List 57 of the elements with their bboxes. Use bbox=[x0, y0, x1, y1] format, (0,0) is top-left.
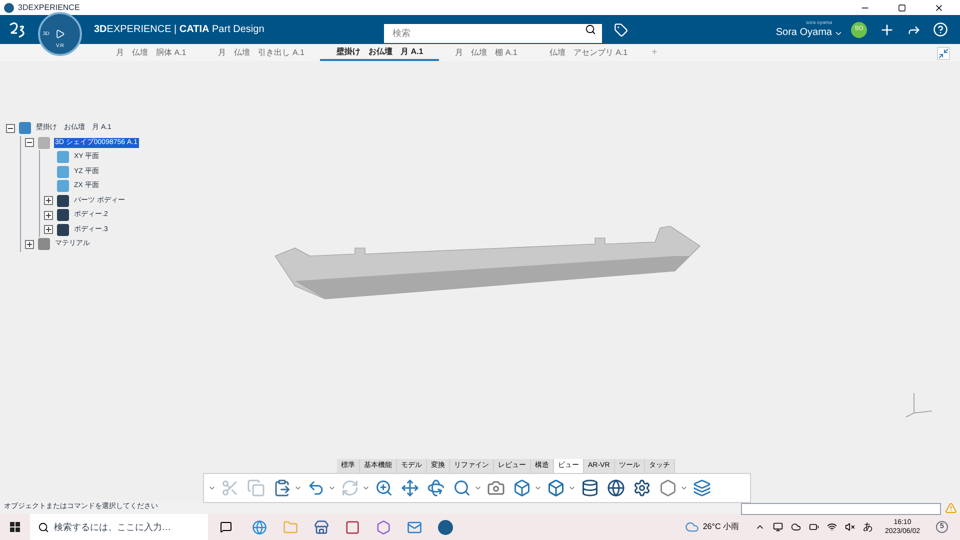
caret-icon[interactable] bbox=[294, 484, 302, 492]
expand-icon[interactable] bbox=[25, 240, 34, 249]
search-field[interactable]: 検索 bbox=[384, 24, 602, 42]
collapse-icon[interactable] bbox=[6, 124, 15, 133]
start-icon[interactable] bbox=[10, 522, 20, 532]
mail-icon[interactable] bbox=[407, 520, 422, 534]
body-icon bbox=[57, 224, 69, 236]
caret-icon[interactable] bbox=[362, 484, 370, 492]
caret-icon[interactable] bbox=[328, 484, 336, 492]
monitor-icon[interactable] bbox=[772, 522, 783, 532]
help-icon[interactable] bbox=[933, 22, 948, 37]
product-icon bbox=[19, 122, 31, 134]
plane-icon bbox=[57, 166, 69, 178]
toolbar-menu-icon[interactable] bbox=[208, 484, 216, 492]
play-icon bbox=[55, 29, 65, 39]
expand-icon[interactable] bbox=[44, 210, 53, 220]
maximize-icon[interactable] bbox=[898, 4, 906, 12]
search-icon[interactable] bbox=[585, 24, 596, 35]
weather-icon bbox=[684, 520, 699, 534]
caret-icon[interactable] bbox=[680, 484, 688, 492]
document-tab[interactable]: 仏壇 アセンブリ A.1 bbox=[533, 44, 644, 61]
app-icon[interactable] bbox=[345, 520, 360, 534]
expand-icon[interactable] bbox=[44, 225, 53, 234]
caret-icon[interactable] bbox=[534, 484, 542, 492]
close-icon[interactable] bbox=[934, 2, 944, 12]
taskbar-search-field[interactable]: 検索するには、ここに入力… bbox=[30, 514, 208, 540]
expand-icon[interactable] bbox=[44, 196, 53, 206]
tag-icon[interactable] bbox=[614, 22, 628, 36]
command-input-field[interactable] bbox=[741, 503, 941, 515]
collapse-icon[interactable] bbox=[25, 138, 34, 148]
window-title: 3DEXPERIENCE bbox=[18, 2, 80, 14]
app-title: 3DEXPERIENCE | CATIA Part Design bbox=[94, 23, 264, 37]
body-icon bbox=[57, 194, 69, 207]
store-icon[interactable] bbox=[314, 520, 329, 534]
document-tab[interactable]: 月 仏壇 引き出し A.1 bbox=[202, 44, 320, 61]
material-icon bbox=[38, 238, 50, 250]
document-tab[interactable]: 月 仏壇 胴体 A.1 bbox=[100, 44, 202, 61]
battery-icon[interactable] bbox=[808, 522, 819, 532]
ime-indicator[interactable]: あ bbox=[862, 520, 873, 534]
shape-icon bbox=[38, 136, 50, 149]
wifi-icon[interactable] bbox=[826, 522, 837, 532]
document-tab[interactable]: 月 仏壇 棚 A.1 bbox=[439, 44, 534, 61]
app-icon bbox=[4, 2, 14, 12]
browser-icon[interactable] bbox=[252, 520, 267, 534]
plane-icon bbox=[57, 151, 69, 164]
user-name[interactable]: Sora Oyama bbox=[776, 27, 832, 39]
body-icon bbox=[57, 209, 69, 222]
weather-text[interactable]: 26°C 小雨 bbox=[702, 521, 739, 533]
search-icon bbox=[38, 522, 49, 533]
add-icon[interactable] bbox=[879, 22, 895, 38]
cloud-icon[interactable] bbox=[790, 522, 801, 532]
app-icon[interactable] bbox=[438, 520, 453, 534]
caret-icon[interactable] bbox=[568, 484, 576, 492]
mute-icon[interactable] bbox=[844, 522, 855, 532]
caret-icon[interactable] bbox=[474, 484, 482, 492]
app-icon[interactable] bbox=[376, 520, 391, 534]
plane-icon bbox=[57, 180, 69, 192]
